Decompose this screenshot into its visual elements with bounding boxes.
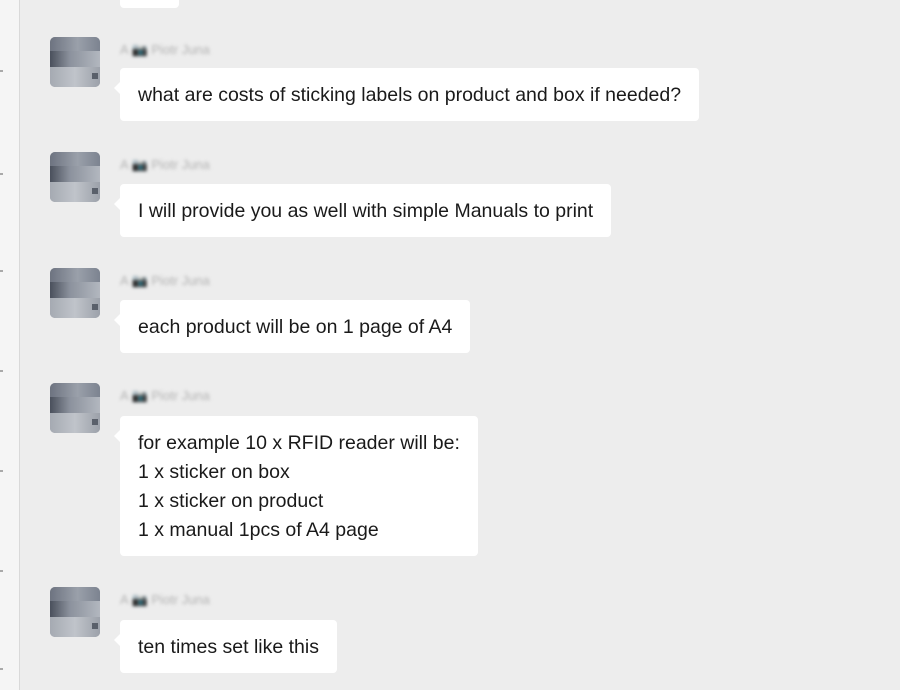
message-bubble[interactable]: I will provide you as well with simple M…	[113, 184, 612, 237]
sidebar-tick	[0, 470, 3, 472]
message-bubble[interactable]: each product will be on 1 page of A4	[113, 300, 471, 353]
sidebar-tick	[0, 668, 3, 670]
sidebar-tick	[0, 70, 3, 72]
message-text-line: for example 10 x RFID reader will be:	[138, 432, 460, 454]
sidebar-tick	[0, 370, 3, 372]
sender-name: A 📷 Piotr Juna	[120, 273, 210, 288]
message-bubble[interactable]: ten times set like this	[114, 620, 337, 673]
message-text-line: 1 x sticker on box	[138, 461, 290, 483]
sender-name: A 📷 Piotr Juna	[120, 592, 210, 607]
sender-avatar[interactable]	[50, 37, 100, 87]
sender-avatar[interactable]	[50, 152, 100, 202]
sender-avatar[interactable]	[50, 383, 100, 433]
sidebar-edge	[0, 0, 20, 690]
message-bubble[interactable]: what are costs of sticking labels on pro…	[113, 68, 700, 121]
sender-avatar[interactable]	[50, 587, 100, 637]
previous-message-bubble-stub	[120, 0, 179, 8]
message-text-line: 1 x manual 1pcs of A4 page	[138, 519, 379, 541]
message-text: I will provide you as well with simple M…	[138, 200, 594, 222]
sender-name: A 📷 Piotr Juna	[120, 157, 210, 172]
sender-name: A 📷 Piotr Juna	[120, 388, 210, 403]
sidebar-tick	[0, 570, 3, 572]
message-bubble[interactable]: for example 10 x RFID reader will be: 1 …	[114, 416, 478, 556]
sender-avatar[interactable]	[50, 268, 100, 318]
message-text: each product will be on 1 page of A4	[138, 316, 453, 338]
sidebar-tick	[0, 173, 3, 175]
message-text-line: 1 x sticker on product	[138, 490, 324, 512]
sender-name: A 📷 Piotr Juna	[120, 42, 210, 57]
sidebar-tick	[0, 270, 3, 272]
message-text: ten times set like this	[138, 636, 319, 658]
message-text: what are costs of sticking labels on pro…	[138, 84, 682, 106]
